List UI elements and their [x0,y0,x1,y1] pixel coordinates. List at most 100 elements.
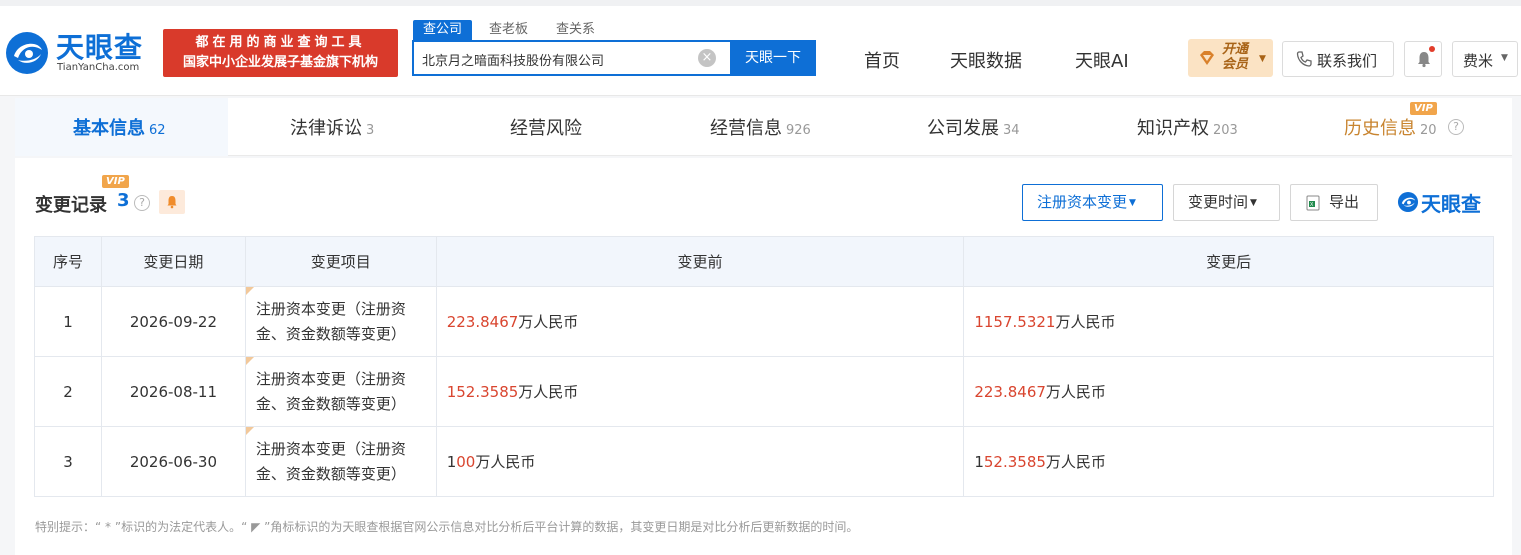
search-button[interactable]: 天眼一下 [730,40,816,76]
change-date: 2026-06-30 [100,426,246,497]
value-highlight: 52.3585 [983,453,1046,471]
top-header: 天眼查 TianYanCha.com 都在用的商业查询工具 国家中小企业发展子基… [0,0,1521,96]
change-item-cell: 注册资本变更（注册资金、资金数额等变更） [244,426,437,497]
tab-ip[interactable]: 知识产权 203 [1084,98,1298,156]
search-box: × [412,40,730,76]
export-button[interactable]: X 导出 [1290,184,1378,221]
logo-text: 天眼查 [56,31,144,64]
promo-banner[interactable]: 都在用的商业查询工具 国家中小企业发展子基金旗下机构 [163,29,398,77]
phone-icon [1296,51,1312,67]
calculated-corner-mark [245,357,254,365]
help-icon[interactable]: ? [134,195,150,211]
tab-development[interactable]: 公司发展 34 [870,98,1084,156]
tab-count: 203 [1213,123,1238,138]
brand-watermark: 天眼查 [1397,188,1497,218]
tab-label: 法律诉讼 [290,118,362,139]
chevron-down-icon: ▼ [1501,53,1508,63]
change-date: 2026-08-11 [100,356,246,427]
change-date: 2026-09-22 [100,286,246,357]
value-highlight: 00 [456,453,476,471]
tianyancha-logo-icon [1397,191,1419,213]
nav-home[interactable]: 首页 [864,47,900,73]
change-item: 注册资本变更（注册资金、资金数额等变更） [255,299,406,343]
bell-icon [167,196,177,209]
change-record-section: VIP 变更记录 3 ? 注册资本变更 ▼ 变更时间 ▼ X 导出 天眼查 序号… [15,158,1512,555]
tab-legal[interactable]: 法律诉讼 3 [228,98,442,156]
after-value: 223.8467万人民币 [963,356,1494,427]
section-title: 变更记录 [35,195,107,216]
change-item: 注册资本变更（注册资金、资金数额等变更） [255,439,406,483]
calculated-corner-mark [245,427,254,435]
header-cell: 变更项目 [244,236,437,287]
clear-icon[interactable]: × [698,49,716,67]
caret-down-icon: ▼ [1129,198,1136,208]
before-value: 152.3585万人民币 [435,356,965,427]
site-logo[interactable]: 天眼查 TianYanCha.com [4,26,154,78]
value-unit: 万人民币 [518,383,579,401]
table-row: 2 2026-08-11 注册资本变更（注册资金、资金数额等变更） 152.35… [34,356,1494,427]
tab-label: 公司发展 [927,118,999,139]
tianyancha-logo-icon [6,32,48,74]
notification-button[interactable] [1404,41,1442,77]
nav-data[interactable]: 天眼数据 [950,47,1022,73]
subscribe-button[interactable] [159,190,185,214]
value-highlight: 152.3585 [446,383,519,401]
value-unit: 万人民币 [1055,313,1116,331]
tab-risk[interactable]: 经营风险 [442,98,656,156]
search-input[interactable] [422,48,692,70]
tab-label: 经营风险 [510,118,582,139]
banner-line-1: 都在用的商业查询工具 [195,35,366,50]
open-vip-button[interactable]: 开通会员 ▼ [1188,39,1273,77]
change-type-filter[interactable]: 注册资本变更 ▼ [1022,184,1163,221]
change-time-filter[interactable]: 变更时间 ▼ [1173,184,1280,221]
value-highlight: 223.8467 [974,383,1046,401]
calculated-corner-mark [245,287,254,295]
tab-history[interactable]: VIP 历史信息 20 ? [1298,98,1512,156]
vip-label: 开通会员 [1222,42,1249,72]
tab-business-info[interactable]: 经营信息 926 [656,98,870,156]
value-prefix: 1 [974,453,984,471]
excel-icon: X [1306,195,1320,211]
section-count: 3 [117,190,130,211]
browser-top-strip [0,0,1521,6]
tab-label: 知识产权 [1137,118,1209,139]
row-number: 3 [34,426,102,497]
value-unit: 万人民币 [1045,383,1106,401]
table-row: 3 2026-06-30 注册资本变更（注册资金、资金数额等变更） 100万人民… [34,426,1494,497]
notification-dot [1429,46,1435,52]
value-highlight: 223.8467 [446,313,519,331]
contact-button[interactable]: 联系我们 [1282,41,1394,77]
search-tab-company[interactable]: 查公司 [413,20,473,40]
filter-label: 变更时间 [1188,193,1249,211]
header-cell: 序号 [34,236,102,287]
logo-domain: TianYanCha.com [57,62,140,73]
nav-ai[interactable]: 天眼AI [1075,47,1129,73]
search-tab-relation[interactable]: 查关系 [556,20,595,40]
header-cell: 变更前 [435,236,965,287]
change-item-cell: 注册资本变更（注册资金、资金数额等变更） [244,286,437,357]
caret-down-icon: ▼ [1250,198,1257,208]
value-unit: 万人民币 [1045,453,1106,471]
user-name: 费米 [1463,52,1494,70]
row-number: 2 [34,356,102,427]
vip-badge: VIP [102,175,129,188]
search-tab-boss[interactable]: 查老板 [489,20,528,40]
tab-label: 历史信息 [1344,118,1416,139]
tab-basic-info[interactable]: 基本信息 62 [15,98,228,156]
value-unit: 万人民币 [518,313,579,331]
help-icon[interactable]: ? [1448,119,1464,135]
diamond-icon [1200,51,1214,65]
after-value: 1157.5321万人民币 [963,286,1494,357]
tab-count: 34 [1003,123,1020,138]
after-value: 152.3585万人民币 [963,426,1494,497]
change-item-cell: 注册资本变更（注册资金、资金数额等变更） [244,356,437,427]
tab-count: 62 [149,123,166,138]
footnote: 特别提示：“ * ”标识的为法定代表人。“ ◤ ”角标标识的为天眼查根据官网公示… [35,520,859,534]
change-item: 注册资本变更（注册资金、资金数额等变更） [255,369,406,413]
tab-count: 3 [366,123,375,138]
value-unit: 万人民币 [475,453,536,471]
export-label: 导出 [1329,193,1360,211]
user-menu[interactable]: 费米 ▼ [1452,41,1518,77]
tab-count: 926 [786,123,811,138]
table-header-row: 序号 变更日期 变更项目 变更前 变更后 [34,236,1494,287]
